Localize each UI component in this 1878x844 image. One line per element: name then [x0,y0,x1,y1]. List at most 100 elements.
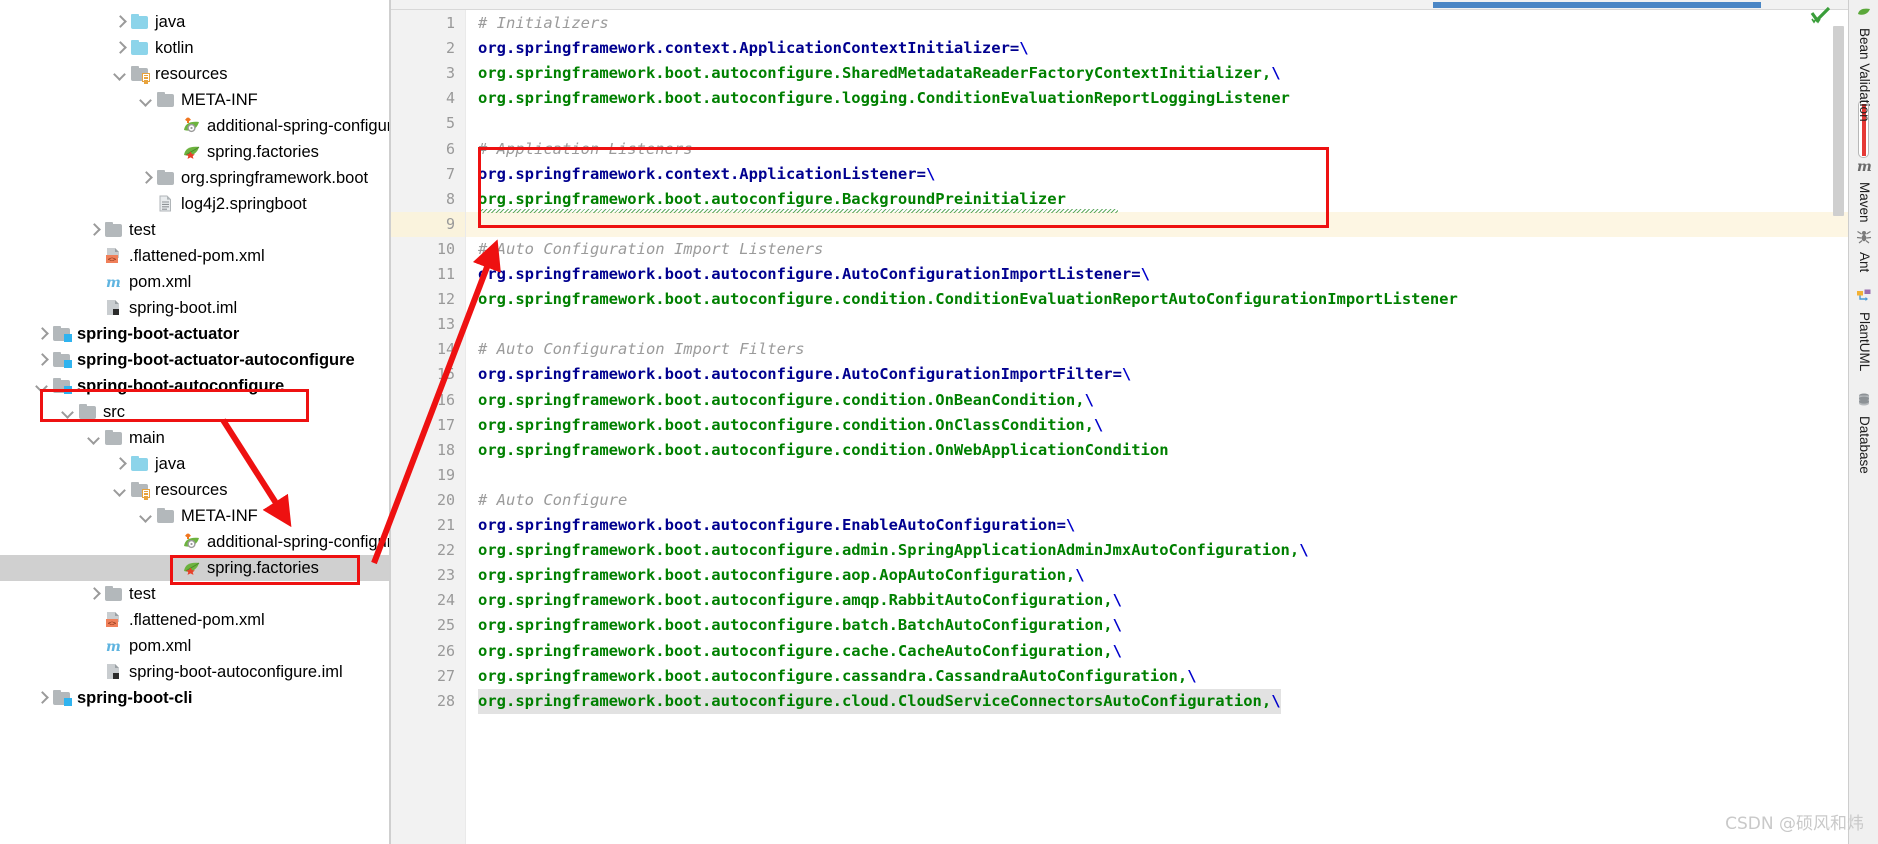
editor-gutter[interactable]: 1 2 3 4 5 6 7 8 9 10 11 12 13 14 15 16 17 18 19 20 21 22 23 24 2… [391,10,466,844]
code-line[interactable]: org.springframework.boot.autoconfigure.c… [478,388,1094,413]
code-line[interactable]: org.springframework.boot.autoconfigure.b… [478,613,1122,638]
code-line[interactable]: org.springframework.boot.autoconfigure.S… [478,61,1281,86]
tree-item-kotlin[interactable]: kotlin [0,35,390,61]
inspection-ok-icon[interactable] [1810,6,1832,28]
iml-module-file-icon [104,663,124,681]
editor-scrollbar-thumb[interactable] [1833,26,1844,216]
project-tree-panel[interactable]: java kotlin resources META-INF additional-sp… [0,0,390,844]
code-line[interactable]: org.springframework.boot.autoconfigure.c… [478,413,1103,438]
tree-item-java[interactable]: java [0,9,390,35]
tree-item-pom-xml[interactable]: m pom.xml [0,633,390,659]
tree-item-log4j2-springboot[interactable]: log4j2.springboot [0,191,390,217]
chevron-down-icon[interactable] [60,404,76,420]
code-line[interactable]: org.springframework.context.ApplicationC… [478,36,1029,61]
code-line[interactable]: org.springframework.boot.autoconfigure.c… [478,287,1458,312]
code-line[interactable]: # Application Listeners [478,137,693,162]
code-line[interactable]: org.springframework.boot.autoconfigure.A… [478,262,1150,287]
tree-item-spring-boot-cli[interactable]: spring-boot-cli [0,685,390,711]
tree-item-meta-inf[interactable]: META-INF [0,503,390,529]
toolwindow-button-bean-validation[interactable]: Bean Validation [1849,6,1878,122]
tree-item-label: main [129,429,165,447]
code-token-slash: \ [1019,39,1029,58]
code-line[interactable]: org.springframework.context.ApplicationL… [478,162,935,187]
tree-item-org-springframework-boot[interactable]: org.springframework.boot [0,165,390,191]
chevron-right-icon[interactable] [34,352,50,368]
editor-scrollbar-track[interactable] [1833,10,1846,844]
tree-item--flattened-pom-xml[interactable]: <> .flattened-pom.xml [0,243,390,269]
chevron-right-icon[interactable] [86,222,102,238]
line-number: 17 [436,415,455,434]
tree-item--flattened-pom-xml[interactable]: <> .flattened-pom.xml [0,607,390,633]
code-line[interactable]: org.springframework.boot.autoconfigure.a… [478,588,1122,613]
chevron-down-icon[interactable] [86,430,102,446]
code-line[interactable]: # Initializers [478,11,609,36]
tree-item-spring-factories[interactable]: spring.factories [0,555,390,581]
code-line[interactable]: org.springframework.boot.autoconfigure.c… [478,639,1122,664]
line-number: 5 [445,114,455,133]
chevron-right-icon[interactable] [112,14,128,30]
tree-item-meta-inf[interactable]: META-INF [0,87,390,113]
chevron-right-icon[interactable] [86,586,102,602]
line-number: 15 [436,365,455,384]
editor-code-area[interactable]: # Initializers org.springframework.contex… [466,10,1848,844]
toolwindow-button-database[interactable]: Database [1849,392,1878,474]
tree-item-spring-boot-iml[interactable]: spring-boot.iml [0,295,390,321]
tree-item-spring-boot-autoconfigure-iml[interactable]: spring-boot-autoconfigure.iml [0,659,390,685]
tree-item-additional-spring-configuration-metadata-json[interactable]: additional-spring-configuration-metadata… [0,529,390,555]
code-line[interactable]: org.springframework.boot.autoconfigure.a… [478,538,1309,563]
code-line[interactable]: # Auto Configuration Import Filters [478,337,805,362]
chevron-right-icon[interactable] [112,456,128,472]
line-number: 1 [445,14,455,32]
tree-item-main[interactable]: main [0,425,390,451]
code-line[interactable]: org.springframework.boot.autoconfigure.A… [478,362,1131,387]
toolwindow-label: PlantUML [1857,312,1872,372]
toolwindow-button-maven[interactable]: m Maven [1849,158,1878,223]
chevron-down-icon[interactable] [112,66,128,82]
tree-item-spring-boot-actuator[interactable]: spring-boot-actuator [0,321,390,347]
code-line[interactable]: org.springframework.boot.autoconfigure.l… [478,86,1290,111]
line-number: 18 [436,440,455,459]
tree-item-resources[interactable]: resources [0,61,390,87]
tree-item-src[interactable]: src [0,399,390,425]
chevron-right-icon[interactable] [112,40,128,56]
code-line[interactable]: org.springframework.boot.autoconfigure.a… [478,563,1085,588]
tree-item-pom-xml[interactable]: m pom.xml [0,269,390,295]
tree-item-spring-boot-autoconfigure[interactable]: spring-boot-autoconfigure [0,373,390,399]
tree-item-resources[interactable]: resources [0,477,390,503]
line-number: 10 [436,239,455,258]
tree-item-java[interactable]: java [0,451,390,477]
code-line[interactable]: org.springframework.boot.autoconfigure.c… [478,688,1281,714]
code-line[interactable]: org.springframework.boot.autoconfigure.E… [478,513,1075,538]
tree-item-additional-spring-configuration-metadata-json[interactable]: additional-spring-configuration-metadata… [0,113,390,139]
line-number: 21 [436,516,455,534]
code-line[interactable]: org.springframework.boot.autoconfigure.c… [478,664,1197,689]
right-tool-strip[interactable]: Bean Validation m Maven Ant PlantUML Database [1848,0,1878,844]
chevron-down-icon[interactable] [34,378,50,394]
toolwindow-button-plantuml[interactable]: PlantUML [1849,288,1878,371]
tree-item-spring-factories[interactable]: spring.factories [0,139,390,165]
code-token-value: org.springframework.boot.autoconfigure.c… [478,440,1169,459]
code-token-key: = [1112,365,1122,384]
ant-icon [1856,228,1872,249]
chevron-down-icon[interactable] [138,92,154,108]
chevron-down-icon[interactable] [112,482,128,498]
code-editor[interactable]: 1 2 3 4 5 6 7 8 9 10 11 12 13 14 15 16 17 18 19 20 21 22 23 24 2… [390,0,1848,844]
chevron-right-icon[interactable] [34,690,50,706]
chevron-right-icon[interactable] [138,170,154,186]
code-line[interactable]: # Auto Configure [478,488,627,513]
code-line[interactable]: # Auto Configuration Import Listeners [478,237,823,262]
tree-item-spring-boot-actuator-autoconfigure[interactable]: spring-boot-actuator-autoconfigure [0,347,390,373]
tree-item-label: additional-spring-configuration-metadata… [207,117,390,135]
code-line[interactable]: org.springframework.boot.autoconfigure.c… [478,438,1169,463]
toolwindow-button-ant[interactable]: Ant [1849,228,1878,272]
chevron-right-icon[interactable] [34,326,50,342]
line-number: 26 [436,641,455,660]
chevron-down-icon[interactable] [138,508,154,524]
folder-icon [104,221,124,239]
tree-item-test[interactable]: test [0,217,390,243]
tree-item-test[interactable]: test [0,581,390,607]
